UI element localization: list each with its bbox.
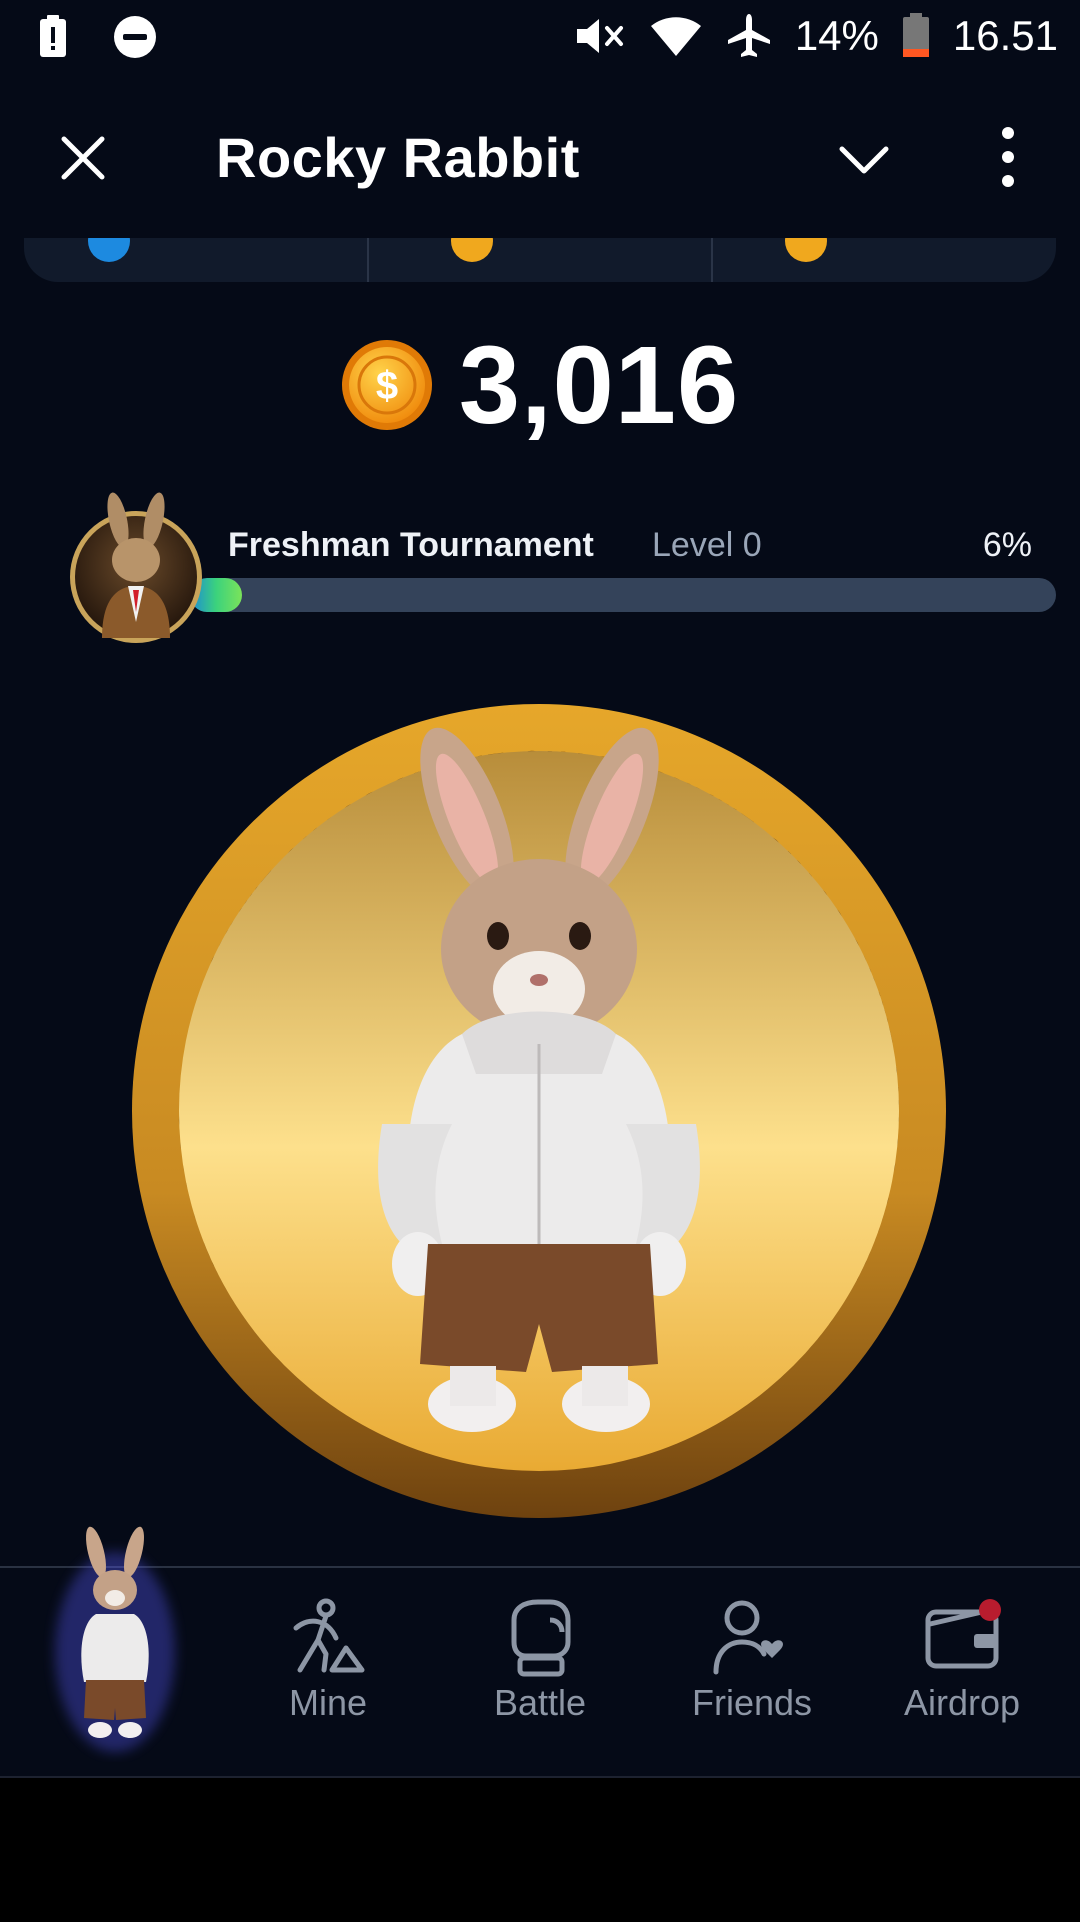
wallet-icon [925, 1599, 1001, 1669]
nav-item-airdrop[interactable]: Airdrop [872, 1598, 1052, 1768]
friends-heart-icon [713, 1600, 783, 1675]
clock: 16.51 [952, 12, 1058, 59]
tournament-level: Level 0 [652, 526, 762, 564]
app-title: Rocky Rabbit [216, 126, 580, 189]
close-button[interactable] [58, 133, 108, 183]
stat-cell[interactable] [711, 238, 1056, 282]
battery-icon [901, 13, 931, 59]
tournament-progress-bar [190, 578, 1056, 612]
tournament-progress-label: 6% [982, 526, 1032, 564]
battery-alert-icon [38, 15, 68, 64]
nav-item-mine[interactable]: Mine [238, 1598, 418, 1768]
coin-icon [450, 238, 493, 262]
more-vertical-icon [1002, 127, 1014, 187]
dollar-coin-icon: $ [341, 340, 432, 430]
nav-label-airdrop: Airdrop [903, 1682, 1021, 1723]
mute-icon [573, 14, 627, 58]
nav-item-battle[interactable]: Battle [450, 1598, 630, 1768]
info-icon [88, 238, 130, 262]
stat-cell[interactable] [24, 238, 367, 282]
rabbit-avatar-icon [55, 1526, 175, 1752]
stats-strip [24, 238, 1056, 282]
more-button[interactable] [990, 125, 1026, 189]
airplane-mode-icon [725, 12, 773, 60]
battery-percent: 14% [794, 12, 879, 59]
pickaxe-icon [293, 1598, 365, 1673]
nav-item-home[interactable] [40, 1522, 190, 1762]
tournament-card[interactable]: Freshman Tournament Level 0 6% [0, 490, 1080, 650]
coin-icon [785, 238, 828, 262]
balance-value: 3,016 [458, 323, 740, 447]
stat-cell[interactable] [366, 238, 712, 282]
svg-text:$: $ [376, 364, 398, 408]
system-navigation-bar [0, 1776, 1080, 1922]
tournament-name: Freshman Tournament [228, 526, 594, 564]
bottom-nav: Mine Battle Friends Airdrop [0, 1526, 1080, 1778]
close-icon [61, 136, 105, 180]
status-bar: 14% 16.51 [0, 0, 1080, 72]
boxing-glove-icon [511, 1599, 571, 1677]
expand-button[interactable] [838, 135, 890, 185]
balance: $ 3,016 [0, 324, 1080, 447]
chevron-down-icon [839, 146, 889, 174]
nav-label-battle: Battle [493, 1682, 587, 1723]
app-header: Rocky Rabbit [0, 95, 1080, 215]
wifi-icon [649, 14, 703, 58]
nav-item-friends[interactable]: Friends [662, 1598, 842, 1768]
nav-label-friends: Friends [691, 1682, 813, 1723]
do-not-disturb-icon [112, 14, 158, 65]
tournament-avatar [70, 492, 202, 643]
tap-coin-button[interactable]: SCYHO LMANS SCYHO LMANS SCYHO LMANS SCYH… [132, 704, 946, 1518]
nav-label-mine: Mine [288, 1682, 368, 1723]
